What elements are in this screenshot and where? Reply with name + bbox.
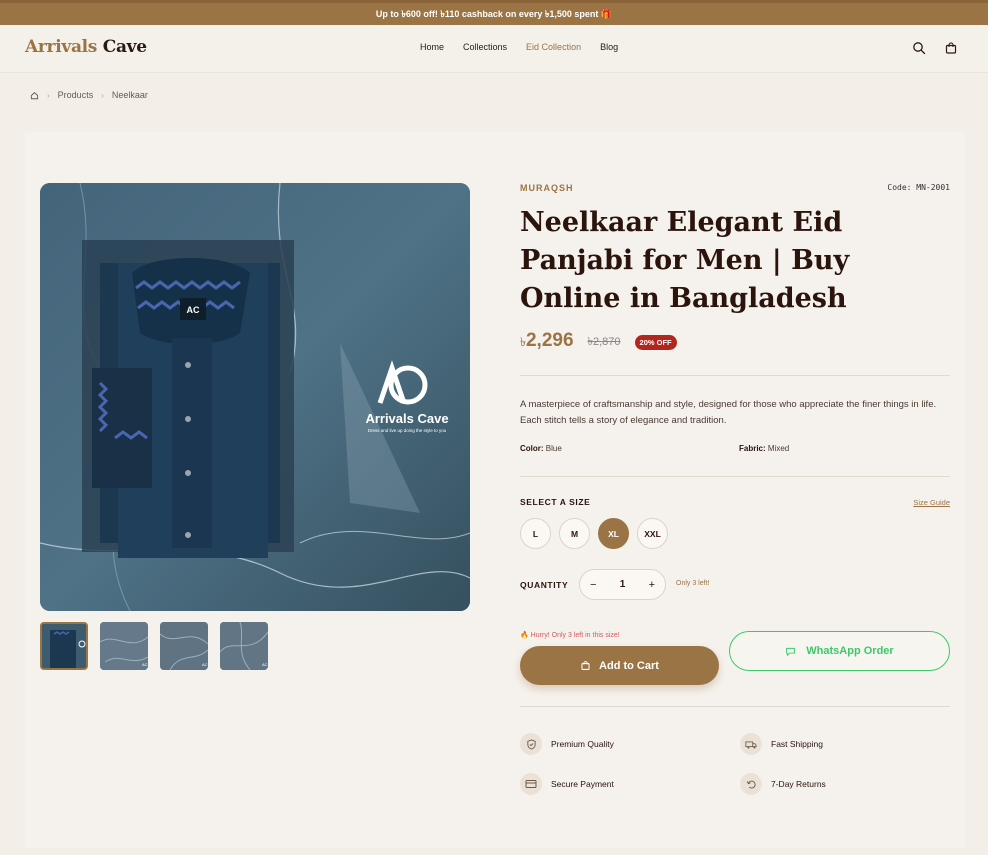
- promo-text: Up to ৳600 off! ৳110 cashback on every ৳…: [375, 8, 613, 19]
- breadcrumb-products[interactable]: Products: [58, 90, 94, 100]
- quantity-value[interactable]: 1: [620, 579, 626, 590]
- feature-label: Fast Shipping: [771, 739, 823, 749]
- size-option-l[interactable]: L: [520, 518, 551, 549]
- thumbnail-strip: AC AC AC: [40, 622, 268, 670]
- fabric-attribute: Fabric: Mixed: [739, 444, 789, 453]
- decrease-quantity-button[interactable]: −: [590, 579, 596, 591]
- svg-text:AC: AC: [202, 662, 208, 667]
- fabric-label: Fabric:: [739, 444, 766, 453]
- current-price-value: 2,296: [525, 330, 574, 351]
- svg-text:AC: AC: [142, 662, 148, 667]
- hurry-note: 🔥 Hurry! Only 3 left in this size!: [520, 632, 620, 639]
- promo-banner: Up to ৳600 off! ৳110 cashback on every ৳…: [0, 0, 988, 25]
- old-price: ৳2,870: [587, 335, 621, 348]
- price-row: ৳2,296 ৳2,870 20% OFF: [520, 330, 677, 354]
- bag-icon[interactable]: [944, 41, 958, 55]
- home-icon[interactable]: [30, 91, 39, 100]
- size-options: L M XL XXL: [520, 518, 668, 549]
- site-header: Arrivals Cave Home Collections Eid Colle…: [0, 25, 988, 73]
- product-title: Neelkaar Elegant Eid Panjabi for Men | B…: [520, 207, 850, 314]
- thumbnail-3-image: AC: [160, 622, 208, 670]
- increase-quantity-button[interactable]: +: [649, 579, 655, 591]
- product-description: A masterpiece of craftsmanship and style…: [520, 399, 937, 426]
- color-label: Color:: [520, 444, 544, 453]
- search-icon[interactable]: [912, 41, 926, 55]
- divider: [520, 706, 950, 707]
- svg-text:Dress and live up doing the st: Dress and live up doing the style to you: [368, 428, 447, 433]
- feature-label: 7-Day Returns: [771, 779, 826, 789]
- nav-eid-collection[interactable]: Eid Collection: [526, 42, 581, 52]
- logo-part2: Cave: [102, 37, 147, 57]
- thumbnail-2-image: AC: [100, 622, 148, 670]
- product-main-image[interactable]: AC Arrivals Cave Dress and live up doing…: [40, 183, 470, 611]
- main-nav: Home Collections Eid Collection Blog: [420, 42, 637, 52]
- nav-collections[interactable]: Collections: [463, 42, 507, 52]
- thumbnail-1[interactable]: [40, 622, 88, 670]
- nav-blog[interactable]: Blog: [600, 42, 618, 52]
- shield-icon: [520, 733, 542, 755]
- breadcrumb: › Products › Neelkaar: [30, 90, 148, 100]
- quantity-label: QUANTITY: [520, 580, 569, 590]
- divider: [520, 476, 950, 477]
- feature-fast-shipping: Fast Shipping: [740, 733, 823, 755]
- current-price: ৳2,296: [520, 330, 574, 354]
- size-option-xxl[interactable]: XXL: [637, 518, 668, 549]
- quantity-stepper: − 1 +: [579, 569, 666, 600]
- feature-label: Premium Quality: [551, 739, 614, 749]
- add-to-cart-button[interactable]: Add to Cart: [520, 646, 719, 685]
- size-option-m[interactable]: M: [559, 518, 590, 549]
- thumbnail-2[interactable]: AC: [100, 622, 148, 670]
- thumbnail-3[interactable]: AC: [160, 622, 208, 670]
- feature-premium-quality: Premium Quality: [520, 733, 614, 755]
- discount-badge: 20% OFF: [634, 334, 677, 350]
- product-code: Code: MN-2001: [887, 183, 950, 192]
- site-logo[interactable]: Arrivals Cave: [25, 37, 147, 57]
- logo-part1: Arrivals: [25, 37, 98, 57]
- feature-secure-payment: Secure Payment: [520, 773, 614, 795]
- breadcrumb-separator-icon: ›: [47, 90, 50, 100]
- truck-icon: [740, 733, 762, 755]
- feature-returns: 7-Day Returns: [740, 773, 826, 795]
- feature-label: Secure Payment: [551, 779, 614, 789]
- fabric-value: Mixed: [767, 444, 790, 453]
- svg-text:AC: AC: [262, 662, 268, 667]
- add-to-cart-label: Add to Cart: [599, 659, 659, 672]
- breadcrumb-current: Neelkaar: [111, 90, 148, 100]
- size-guide-link[interactable]: Size Guide: [913, 498, 950, 507]
- divider: [520, 375, 950, 376]
- return-icon: [740, 773, 762, 795]
- whatsapp-order-label: WhatsApp Order: [806, 645, 894, 657]
- nav-home[interactable]: Home: [420, 42, 444, 52]
- bag-icon: [581, 661, 590, 670]
- svg-text:Arrivals Cave: Arrivals Cave: [365, 411, 448, 426]
- svg-text:AC: AC: [187, 305, 200, 315]
- color-attribute: Color: Blue: [520, 444, 562, 453]
- thumbnail-4[interactable]: AC: [220, 622, 268, 670]
- product-brand[interactable]: MURAQSH: [520, 183, 574, 193]
- whatsapp-order-button[interactable]: WhatsApp Order: [729, 631, 950, 671]
- color-value: Blue: [545, 444, 562, 453]
- chat-icon: [786, 647, 796, 656]
- card-icon: [520, 773, 542, 795]
- breadcrumb-separator-icon: ›: [101, 90, 104, 100]
- stock-note: Only 3 left!: [676, 580, 710, 587]
- size-option-xl[interactable]: XL: [598, 518, 629, 549]
- thumbnail-4-image: AC: [220, 622, 268, 670]
- panjabi-photo: AC Arrivals Cave Dress and live up doing…: [40, 183, 470, 611]
- thumbnail-1-image: [42, 624, 86, 668]
- size-label: SELECT A SIZE: [520, 497, 591, 507]
